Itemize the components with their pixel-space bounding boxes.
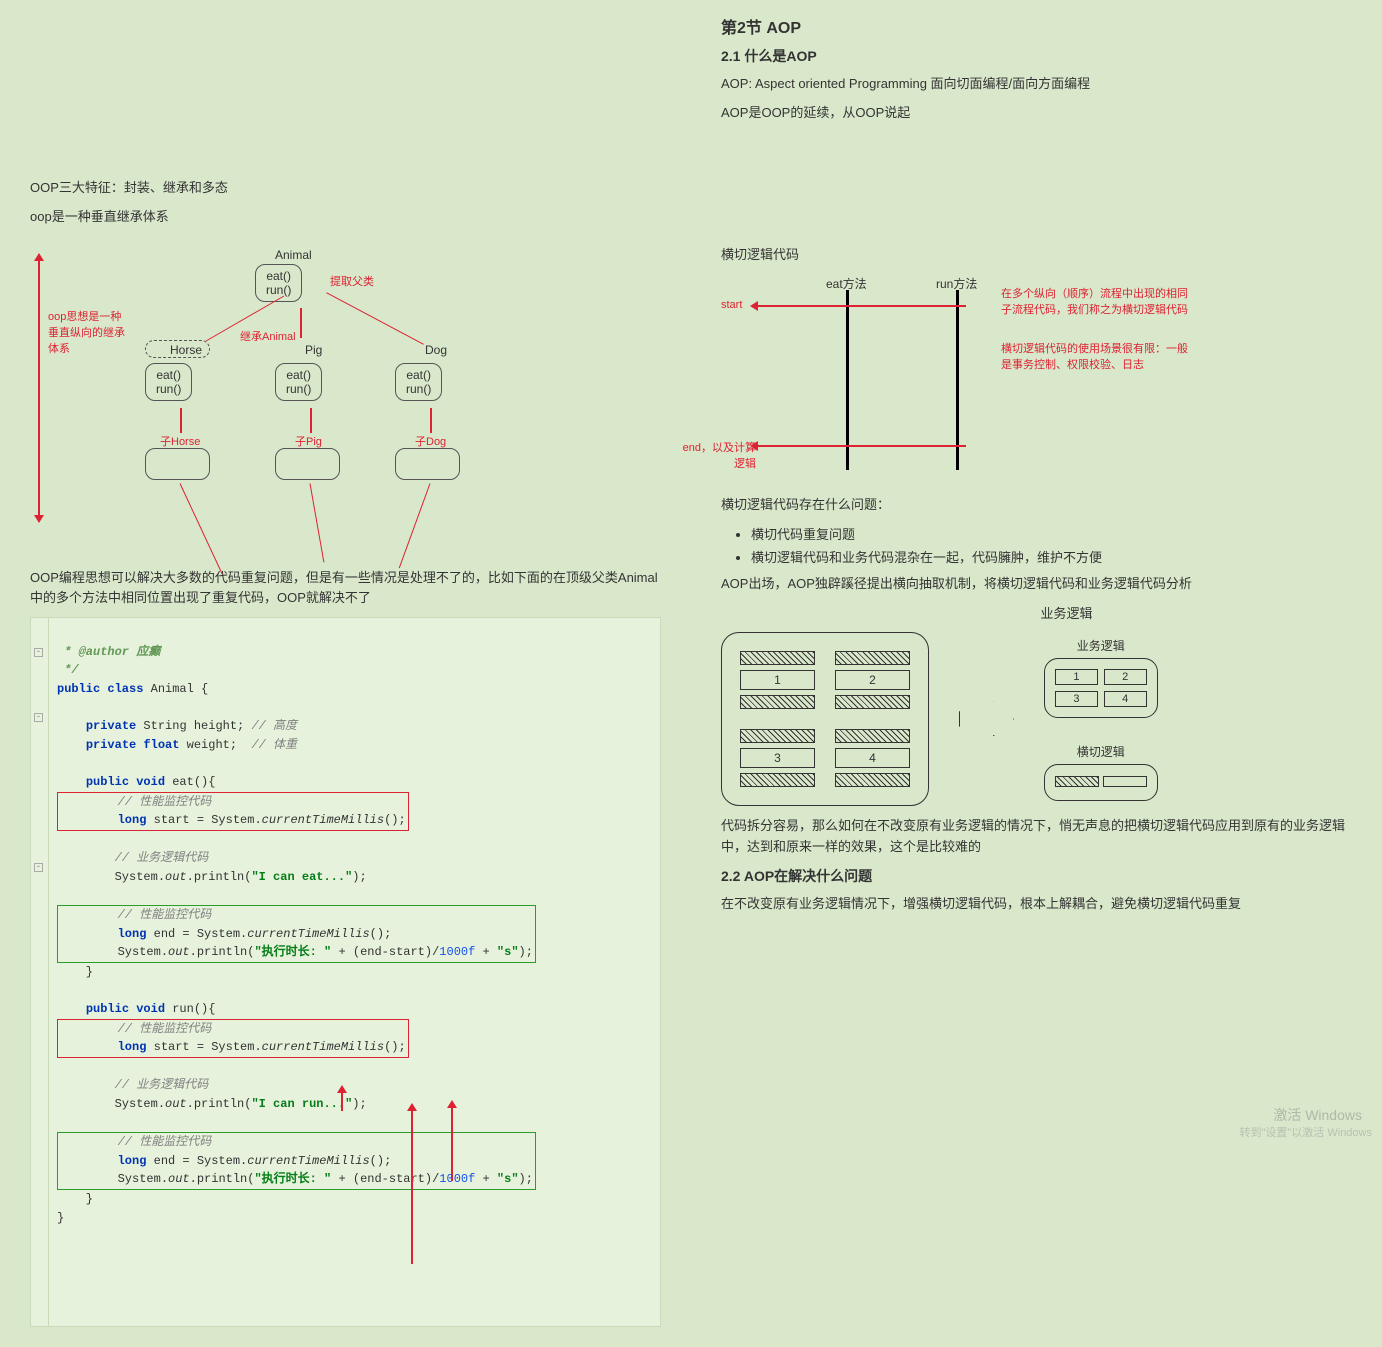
biz-small-box: 12 34 xyxy=(1044,658,1158,718)
pig-label: Pig xyxy=(305,343,322,357)
animal-label: Animal xyxy=(275,248,312,262)
inherit-label: 继承Animal xyxy=(240,328,296,344)
sub-pig-label: 子Pig xyxy=(295,433,322,449)
aop-definition: AOP: Aspect oriented Programming 面向切面编程/… xyxy=(721,74,1352,95)
cross-small-box xyxy=(1044,764,1158,801)
problem-title: 横切逻辑代码存在什么问题： xyxy=(721,495,1352,516)
subsection-2-2: 2.2 AOP在解决什么问题 xyxy=(721,866,1352,886)
watermark: 激活 Windows xyxy=(1273,1105,1362,1125)
dog-node: eat() run() xyxy=(395,363,442,401)
biz-small-label: 业务逻辑 xyxy=(1044,637,1158,654)
final-para: 在不改变原有业务逻辑情况下，增强横切逻辑代码，根本上解耦合，避免横切逻辑代码重复 xyxy=(721,894,1352,915)
sub-pig-node xyxy=(275,448,340,480)
list-item: 横切代码重复问题 xyxy=(751,524,1352,543)
cross-note-1: 在多个纵向（顺序）流程中出现的相同子流程代码，我们称之为横切逻辑代码 xyxy=(1001,285,1196,317)
subsection-2-1: 2.1 什么是AOP xyxy=(721,46,1352,66)
aop-oop-relation: AOP是OOP的延续，从OOP说起 xyxy=(721,103,1352,124)
dog-label: Dog xyxy=(425,343,447,357)
horse-dotted xyxy=(145,340,210,358)
list-item: 横切逻辑代码和业务代码混杂在一起，代码臃肿，维护不方便 xyxy=(751,547,1352,566)
cross-title: 横切逻辑代码 xyxy=(721,245,1352,266)
cross-note-2: 横切逻辑代码的使用场景很有限：一般是事务控制、权限校验、日志 xyxy=(1001,340,1196,372)
biz-logic-label: 业务逻辑 xyxy=(781,603,1352,622)
extract-label: 提取父类 xyxy=(330,273,374,289)
sub-horse-label: 子Horse xyxy=(160,433,200,449)
sub-dog-label: 子Dog xyxy=(415,433,446,449)
cross-small-label: 横切逻辑 xyxy=(1044,743,1158,760)
oop-vertical: oop是一种垂直继承体系 xyxy=(30,207,661,228)
start-label: start xyxy=(721,299,742,311)
end-label: end，以及计算逻辑 xyxy=(681,439,756,471)
animal-node: eat() run() xyxy=(255,264,302,302)
sub-horse-node xyxy=(145,448,210,480)
problem-list: 横切代码重复问题 横切逻辑代码和业务代码混杂在一起，代码臃肿，维护不方便 xyxy=(751,524,1352,566)
side-annotation: oop思想是一种垂直纵向的继承体系 xyxy=(48,308,128,356)
watermark-sub: 转到"设置"以激活 Windows xyxy=(1240,1124,1373,1140)
split-note: 代码拆分容易，那么如何在不改变原有业务逻辑的情况下，悄无声息的把横切逻辑代码应用… xyxy=(721,816,1352,858)
oop-limitation: OOP编程思想可以解决大多数的代码重复问题，但是有一些情况是处理不了的，比如下面… xyxy=(30,568,661,610)
aop-mechanism: AOP出场，AOP独辟蹊径提出横向抽取机制，将横切逻辑代码和业务逻辑代码分析 xyxy=(721,574,1352,595)
horse-node: eat() run() xyxy=(145,363,192,401)
oop-features: OOP三大特征：封装、继承和多态 xyxy=(30,178,661,199)
oop-diagram: oop思想是一种垂直纵向的继承体系 Animal eat() run() 提取父… xyxy=(30,248,661,548)
biz-diagram: 1 2 3 4 业务逻辑 12 34 横切逻辑 xyxy=(721,632,1352,806)
biz-big-box: 1 2 3 4 xyxy=(721,632,929,806)
sub-dog-node xyxy=(395,448,460,480)
arrow-icon xyxy=(959,701,1014,736)
section-title: 第2节 AOP xyxy=(721,14,1352,38)
cross-diagram: eat方法 run方法 start end，以及计算逻辑 在多个纵向（顺序）流程… xyxy=(721,275,1352,485)
pig-node: eat() run() xyxy=(275,363,322,401)
code-block: --- * @author 应癫 */ public class Animal … xyxy=(30,617,661,1327)
